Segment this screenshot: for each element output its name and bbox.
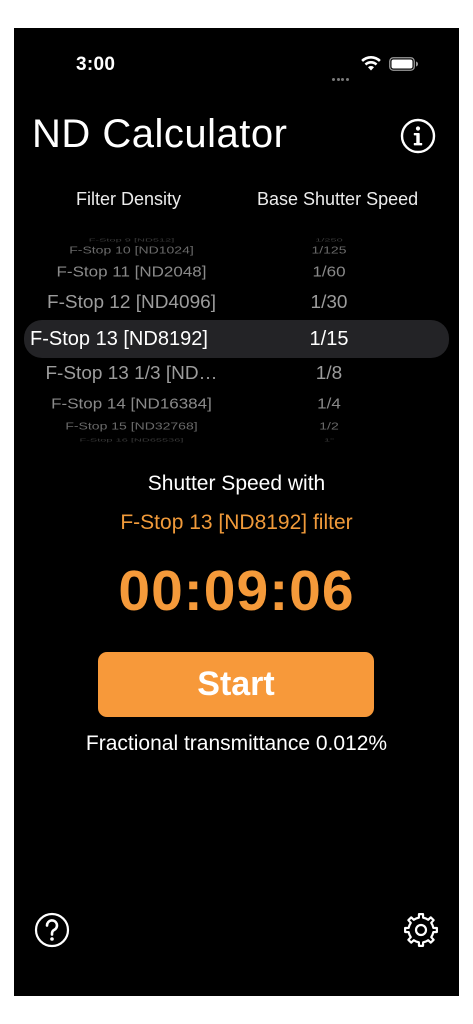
picker-row[interactable]: F-Stop 10 [ND1024] 1/125 <box>14 240 459 261</box>
status-bar: 3:00 <box>14 28 459 100</box>
picker-speed-value: 1/125 <box>311 244 347 256</box>
picker-speed-value: 1/60 <box>312 263 346 280</box>
selected-filter-label: F-Stop 13 [ND8192] filter <box>120 511 353 534</box>
picker-speed-value: 1/4 <box>317 395 341 412</box>
info-button[interactable] <box>400 118 436 154</box>
picker-filter-value: F-Stop 16 [ND65536] <box>79 437 184 443</box>
filter-picker[interactable]: F-Stop 9 [ND512] 1/250 F-Stop 10 [ND1024] 1… <box>14 234 459 446</box>
picker-speed-value: 1/30 <box>310 292 348 313</box>
timer-display: 00:09:06 <box>118 559 355 623</box>
picker-row[interactable]: F-Stop 13 1/3 [ND… 1/8 <box>14 359 459 388</box>
picker-filter-value: F-Stop 12 [ND4096] <box>47 292 216 313</box>
base-shutter-speed-header: Base Shutter Speed <box>257 189 419 209</box>
picker-filter-value: F-Stop 14 [ND16384] <box>51 395 212 412</box>
app-screen: 3:00 ND Calculator Filter Density Base S… <box>14 28 459 996</box>
picker-row[interactable]: F-Stop 12 [ND4096] 1/30 <box>14 288 459 317</box>
picker-row[interactable]: F-Stop 11 [ND2048] 1/60 <box>14 259 459 285</box>
info-circle-icon <box>400 118 436 154</box>
start-button[interactable]: Start <box>98 652 374 717</box>
picker-filter-value: F-Stop 11 [ND2048] <box>56 263 207 280</box>
shutter-speed-label: Shutter Speed with <box>147 472 326 495</box>
picker-speed-value: 1/8 <box>315 363 343 384</box>
page-title: ND Calculator <box>32 112 288 156</box>
picker-row-selected[interactable]: F-Stop 13 [ND8192] 1/15 <box>14 324 459 354</box>
settings-button[interactable] <box>402 911 440 949</box>
picker-row[interactable]: F-Stop 14 [ND16384] 1/4 <box>14 391 459 417</box>
picker-filter-value: F-Stop 13 1/3 [ND… <box>45 363 218 384</box>
picker-filter-value: F-Stop 13 [ND8192] <box>30 328 208 350</box>
cellular-signal-icon <box>332 68 352 81</box>
picker-filter-value: F-Stop 10 [ND1024] <box>69 244 194 256</box>
gear-icon <box>404 913 438 947</box>
wifi-icon <box>360 55 382 76</box>
question-circle-icon <box>34 912 70 948</box>
filter-density-header: Filter Density <box>76 189 182 209</box>
picker-speed-value: 1" <box>323 437 335 443</box>
picker-row[interactable]: F-Stop 16 [ND65536] 1" <box>14 433 459 447</box>
help-button[interactable] <box>34 912 70 948</box>
transmittance-text: Fractional transmittance 0.012% <box>85 732 388 755</box>
picker-speed-value: 1/15 <box>309 328 349 350</box>
battery-icon <box>389 57 419 76</box>
status-time: 3:00 <box>76 54 116 75</box>
